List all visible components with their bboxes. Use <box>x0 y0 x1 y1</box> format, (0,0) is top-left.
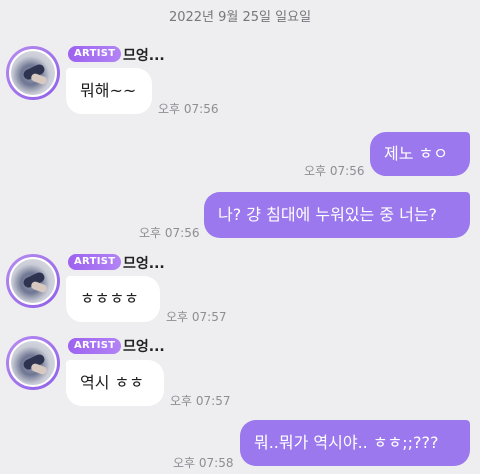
message-time: 오후 07:57 <box>170 394 231 408</box>
message-bubble-outgoing[interactable]: 나? 걍 침대에 누워있는 중 너는? <box>204 192 470 238</box>
artist-avatar[interactable] <box>6 336 60 390</box>
message-bubble-incoming[interactable]: 뭐해~~ <box>66 68 152 114</box>
artist-badge: ARTIST <box>68 254 122 270</box>
message-time: 오후 07:56 <box>139 226 200 240</box>
message-time: 오후 07:58 <box>173 456 234 470</box>
message-time: 오후 07:57 <box>166 310 227 324</box>
artist-avatar[interactable] <box>6 46 60 100</box>
message-bubble-incoming[interactable]: ㅎㅎㅎㅎ <box>66 276 160 322</box>
message-bubble-outgoing[interactable]: 제노 ㅎㅇ <box>370 132 470 176</box>
avatar-photo <box>9 339 57 387</box>
chat-screen: 2022년 9월 25일 일요일 ARTIST 므엉... 뭐해~~ 오후 07… <box>0 0 480 474</box>
sender-name: 므엉... <box>123 339 165 355</box>
artist-badge: ARTIST <box>68 46 122 62</box>
message-bubble-outgoing[interactable]: 뭐..뭐가 역시야.. ㅎㅎ;;??? <box>240 420 470 466</box>
message-time: 오후 07:56 <box>158 102 219 116</box>
sender-name: 므엉... <box>123 256 165 272</box>
avatar-photo <box>9 257 57 305</box>
sender-name: 므엉... <box>123 48 165 64</box>
date-header: 2022년 9월 25일 일요일 <box>168 10 312 25</box>
message-time: 오후 07:56 <box>304 164 365 178</box>
artist-avatar[interactable] <box>6 254 60 308</box>
avatar-photo <box>9 49 57 97</box>
message-bubble-incoming[interactable]: 역시 ㅎㅎ <box>66 360 164 406</box>
artist-badge: ARTIST <box>68 338 122 354</box>
